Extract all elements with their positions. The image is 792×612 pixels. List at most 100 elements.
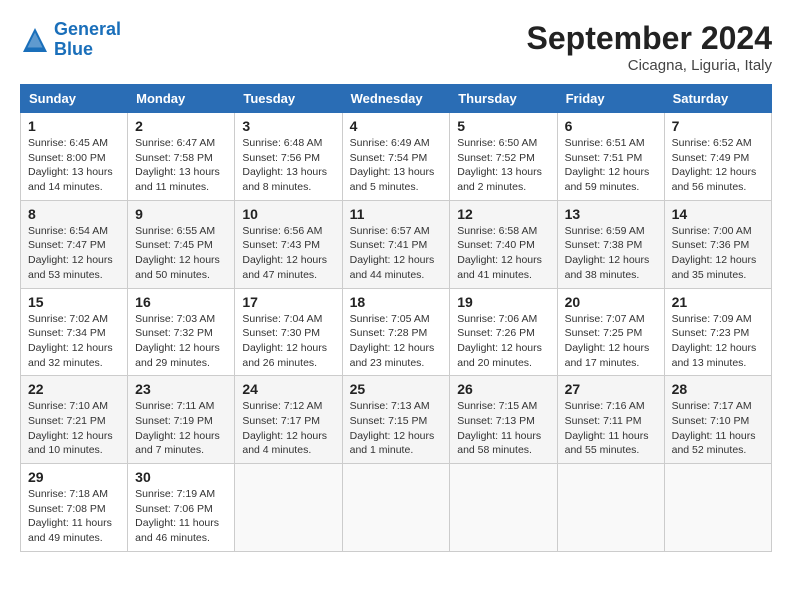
day-cell: 4 Sunrise: 6:49 AM Sunset: 7:54 PM Daylig… [342, 113, 450, 201]
day-cell: 7 Sunrise: 6:52 AM Sunset: 7:49 PM Daylig… [664, 113, 771, 201]
day-cell [557, 464, 664, 552]
day-number: 11 [350, 206, 443, 222]
day-number: 14 [672, 206, 764, 222]
day-number: 28 [672, 381, 764, 397]
logo-text: General Blue [54, 20, 121, 60]
column-header-sunday: Sunday [21, 85, 128, 113]
day-cell: 23Sunrise: 7:11 AM Sunset: 7:19 PM Dayli… [128, 376, 235, 464]
day-number: 12 [457, 206, 549, 222]
day-cell: 19 Sunrise: 7:06 AM Sunset: 7:26 PM Dayli… [450, 288, 557, 376]
day-cell: 5Sunrise: 6:50 AM Sunset: 7:52 PM Daylig… [450, 113, 557, 201]
day-info: Sunrise: 7:18 AM Sunset: 7:08 PM Dayligh… [28, 487, 120, 546]
day-cell: 9Sunrise: 6:55 AM Sunset: 7:45 PM Daylig… [128, 200, 235, 288]
day-cell: 20 Sunrise: 7:07 AM Sunset: 7:25 PM Dayli… [557, 288, 664, 376]
day-number: 27 [565, 381, 657, 397]
day-number: 4 [350, 118, 443, 134]
day-number: 18 [350, 294, 443, 310]
day-cell: 14Sunrise: 7:00 AM Sunset: 7:36 PM Dayli… [664, 200, 771, 288]
day-cell: 27 Sunrise: 7:16 AM Sunset: 7:11 PM Dayli… [557, 376, 664, 464]
day-cell: 11 Sunrise: 6:57 AM Sunset: 7:41 PM Dayli… [342, 200, 450, 288]
day-info: Sunrise: 7:16 AM Sunset: 7:11 PM Dayligh… [565, 399, 657, 458]
day-info: Sunrise: 7:13 AM Sunset: 7:15 PM Dayligh… [350, 399, 443, 458]
column-header-tuesday: Tuesday [235, 85, 342, 113]
column-header-friday: Friday [557, 85, 664, 113]
day-cell: 26 Sunrise: 7:15 AM Sunset: 7:13 PM Dayli… [450, 376, 557, 464]
day-cell: 17Sunrise: 7:04 AM Sunset: 7:30 PM Dayli… [235, 288, 342, 376]
day-number: 10 [242, 206, 334, 222]
day-number: 15 [28, 294, 120, 310]
day-info: Sunrise: 7:03 AM Sunset: 7:32 PM Dayligh… [135, 312, 227, 371]
day-number: 7 [672, 118, 764, 134]
day-cell: 8 Sunrise: 6:54 AM Sunset: 7:47 PM Daylig… [21, 200, 128, 288]
day-number: 20 [565, 294, 657, 310]
day-info: Sunrise: 6:48 AM Sunset: 7:56 PM Dayligh… [242, 136, 334, 195]
day-cell [664, 464, 771, 552]
day-info: Sunrise: 6:56 AM Sunset: 7:43 PM Dayligh… [242, 224, 334, 283]
day-info: Sunrise: 7:10 AM Sunset: 7:21 PM Dayligh… [28, 399, 120, 458]
day-info: Sunrise: 7:17 AM Sunset: 7:10 PM Dayligh… [672, 399, 764, 458]
month-title: September 2024 [527, 20, 772, 57]
week-row-1: 1 Sunrise: 6:45 AM Sunset: 8:00 PM Daylig… [21, 113, 772, 201]
day-info: Sunrise: 7:12 AM Sunset: 7:17 PM Dayligh… [242, 399, 334, 458]
day-number: 1 [28, 118, 120, 134]
day-info: Sunrise: 6:52 AM Sunset: 7:49 PM Dayligh… [672, 136, 764, 195]
day-number: 19 [457, 294, 549, 310]
day-info: Sunrise: 6:49 AM Sunset: 7:54 PM Dayligh… [350, 136, 443, 195]
column-header-thursday: Thursday [450, 85, 557, 113]
day-cell [450, 464, 557, 552]
week-row-3: 15 Sunrise: 7:02 AM Sunset: 7:34 PM Dayli… [21, 288, 772, 376]
day-number: 25 [350, 381, 443, 397]
page-header: General Blue September 2024 Cicagna, Lig… [20, 20, 772, 74]
day-number: 26 [457, 381, 549, 397]
day-number: 29 [28, 469, 120, 485]
day-info: Sunrise: 7:09 AM Sunset: 7:23 PM Dayligh… [672, 312, 764, 371]
day-cell: 21 Sunrise: 7:09 AM Sunset: 7:23 PM Dayli… [664, 288, 771, 376]
day-number: 16 [135, 294, 227, 310]
day-number: 22 [28, 381, 120, 397]
week-row-4: 22 Sunrise: 7:10 AM Sunset: 7:21 PM Dayli… [21, 376, 772, 464]
week-row-5: 29 Sunrise: 7:18 AM Sunset: 7:08 PM Dayli… [21, 464, 772, 552]
week-row-2: 8 Sunrise: 6:54 AM Sunset: 7:47 PM Daylig… [21, 200, 772, 288]
day-info: Sunrise: 7:11 AM Sunset: 7:19 PM Dayligh… [135, 399, 227, 458]
day-info: Sunrise: 7:06 AM Sunset: 7:26 PM Dayligh… [457, 312, 549, 371]
day-info: Sunrise: 6:51 AM Sunset: 7:51 PM Dayligh… [565, 136, 657, 195]
day-cell: 1 Sunrise: 6:45 AM Sunset: 8:00 PM Daylig… [21, 113, 128, 201]
day-cell: 12 Sunrise: 6:58 AM Sunset: 7:40 PM Dayli… [450, 200, 557, 288]
day-cell: 3 Sunrise: 6:48 AM Sunset: 7:56 PM Daylig… [235, 113, 342, 201]
day-cell: 29 Sunrise: 7:18 AM Sunset: 7:08 PM Dayli… [21, 464, 128, 552]
day-number: 8 [28, 206, 120, 222]
day-info: Sunrise: 6:54 AM Sunset: 7:47 PM Dayligh… [28, 224, 120, 283]
title-block: September 2024 Cicagna, Liguria, Italy [527, 20, 772, 74]
day-cell: 22 Sunrise: 7:10 AM Sunset: 7:21 PM Dayli… [21, 376, 128, 464]
day-cell [235, 464, 342, 552]
day-info: Sunrise: 6:58 AM Sunset: 7:40 PM Dayligh… [457, 224, 549, 283]
day-cell: 24 Sunrise: 7:12 AM Sunset: 7:17 PM Dayli… [235, 376, 342, 464]
column-header-saturday: Saturday [664, 85, 771, 113]
day-cell: 13 Sunrise: 6:59 AM Sunset: 7:38 PM Dayli… [557, 200, 664, 288]
day-info: Sunrise: 6:47 AM Sunset: 7:58 PM Dayligh… [135, 136, 227, 195]
day-info: Sunrise: 7:07 AM Sunset: 7:25 PM Dayligh… [565, 312, 657, 371]
day-info: Sunrise: 7:04 AM Sunset: 7:30 PM Dayligh… [242, 312, 334, 371]
day-number: 21 [672, 294, 764, 310]
day-info: Sunrise: 6:59 AM Sunset: 7:38 PM Dayligh… [565, 224, 657, 283]
day-number: 24 [242, 381, 334, 397]
logo: General Blue [20, 20, 121, 60]
day-info: Sunrise: 6:45 AM Sunset: 8:00 PM Dayligh… [28, 136, 120, 195]
column-header-wednesday: Wednesday [342, 85, 450, 113]
day-cell [342, 464, 450, 552]
day-cell: 10 Sunrise: 6:56 AM Sunset: 7:43 PM Dayli… [235, 200, 342, 288]
day-number: 5 [457, 118, 549, 134]
day-cell: 25 Sunrise: 7:13 AM Sunset: 7:15 PM Dayli… [342, 376, 450, 464]
day-cell: 28 Sunrise: 7:17 AM Sunset: 7:10 PM Dayli… [664, 376, 771, 464]
day-number: 2 [135, 118, 227, 134]
day-cell: 18Sunrise: 7:05 AM Sunset: 7:28 PM Dayli… [342, 288, 450, 376]
day-info: Sunrise: 7:15 AM Sunset: 7:13 PM Dayligh… [457, 399, 549, 458]
day-info: Sunrise: 7:02 AM Sunset: 7:34 PM Dayligh… [28, 312, 120, 371]
day-cell: 30Sunrise: 7:19 AM Sunset: 7:06 PM Dayli… [128, 464, 235, 552]
day-info: Sunrise: 6:57 AM Sunset: 7:41 PM Dayligh… [350, 224, 443, 283]
day-cell: 2 Sunrise: 6:47 AM Sunset: 7:58 PM Daylig… [128, 113, 235, 201]
day-number: 6 [565, 118, 657, 134]
day-number: 3 [242, 118, 334, 134]
day-number: 13 [565, 206, 657, 222]
logo-icon [20, 25, 50, 55]
